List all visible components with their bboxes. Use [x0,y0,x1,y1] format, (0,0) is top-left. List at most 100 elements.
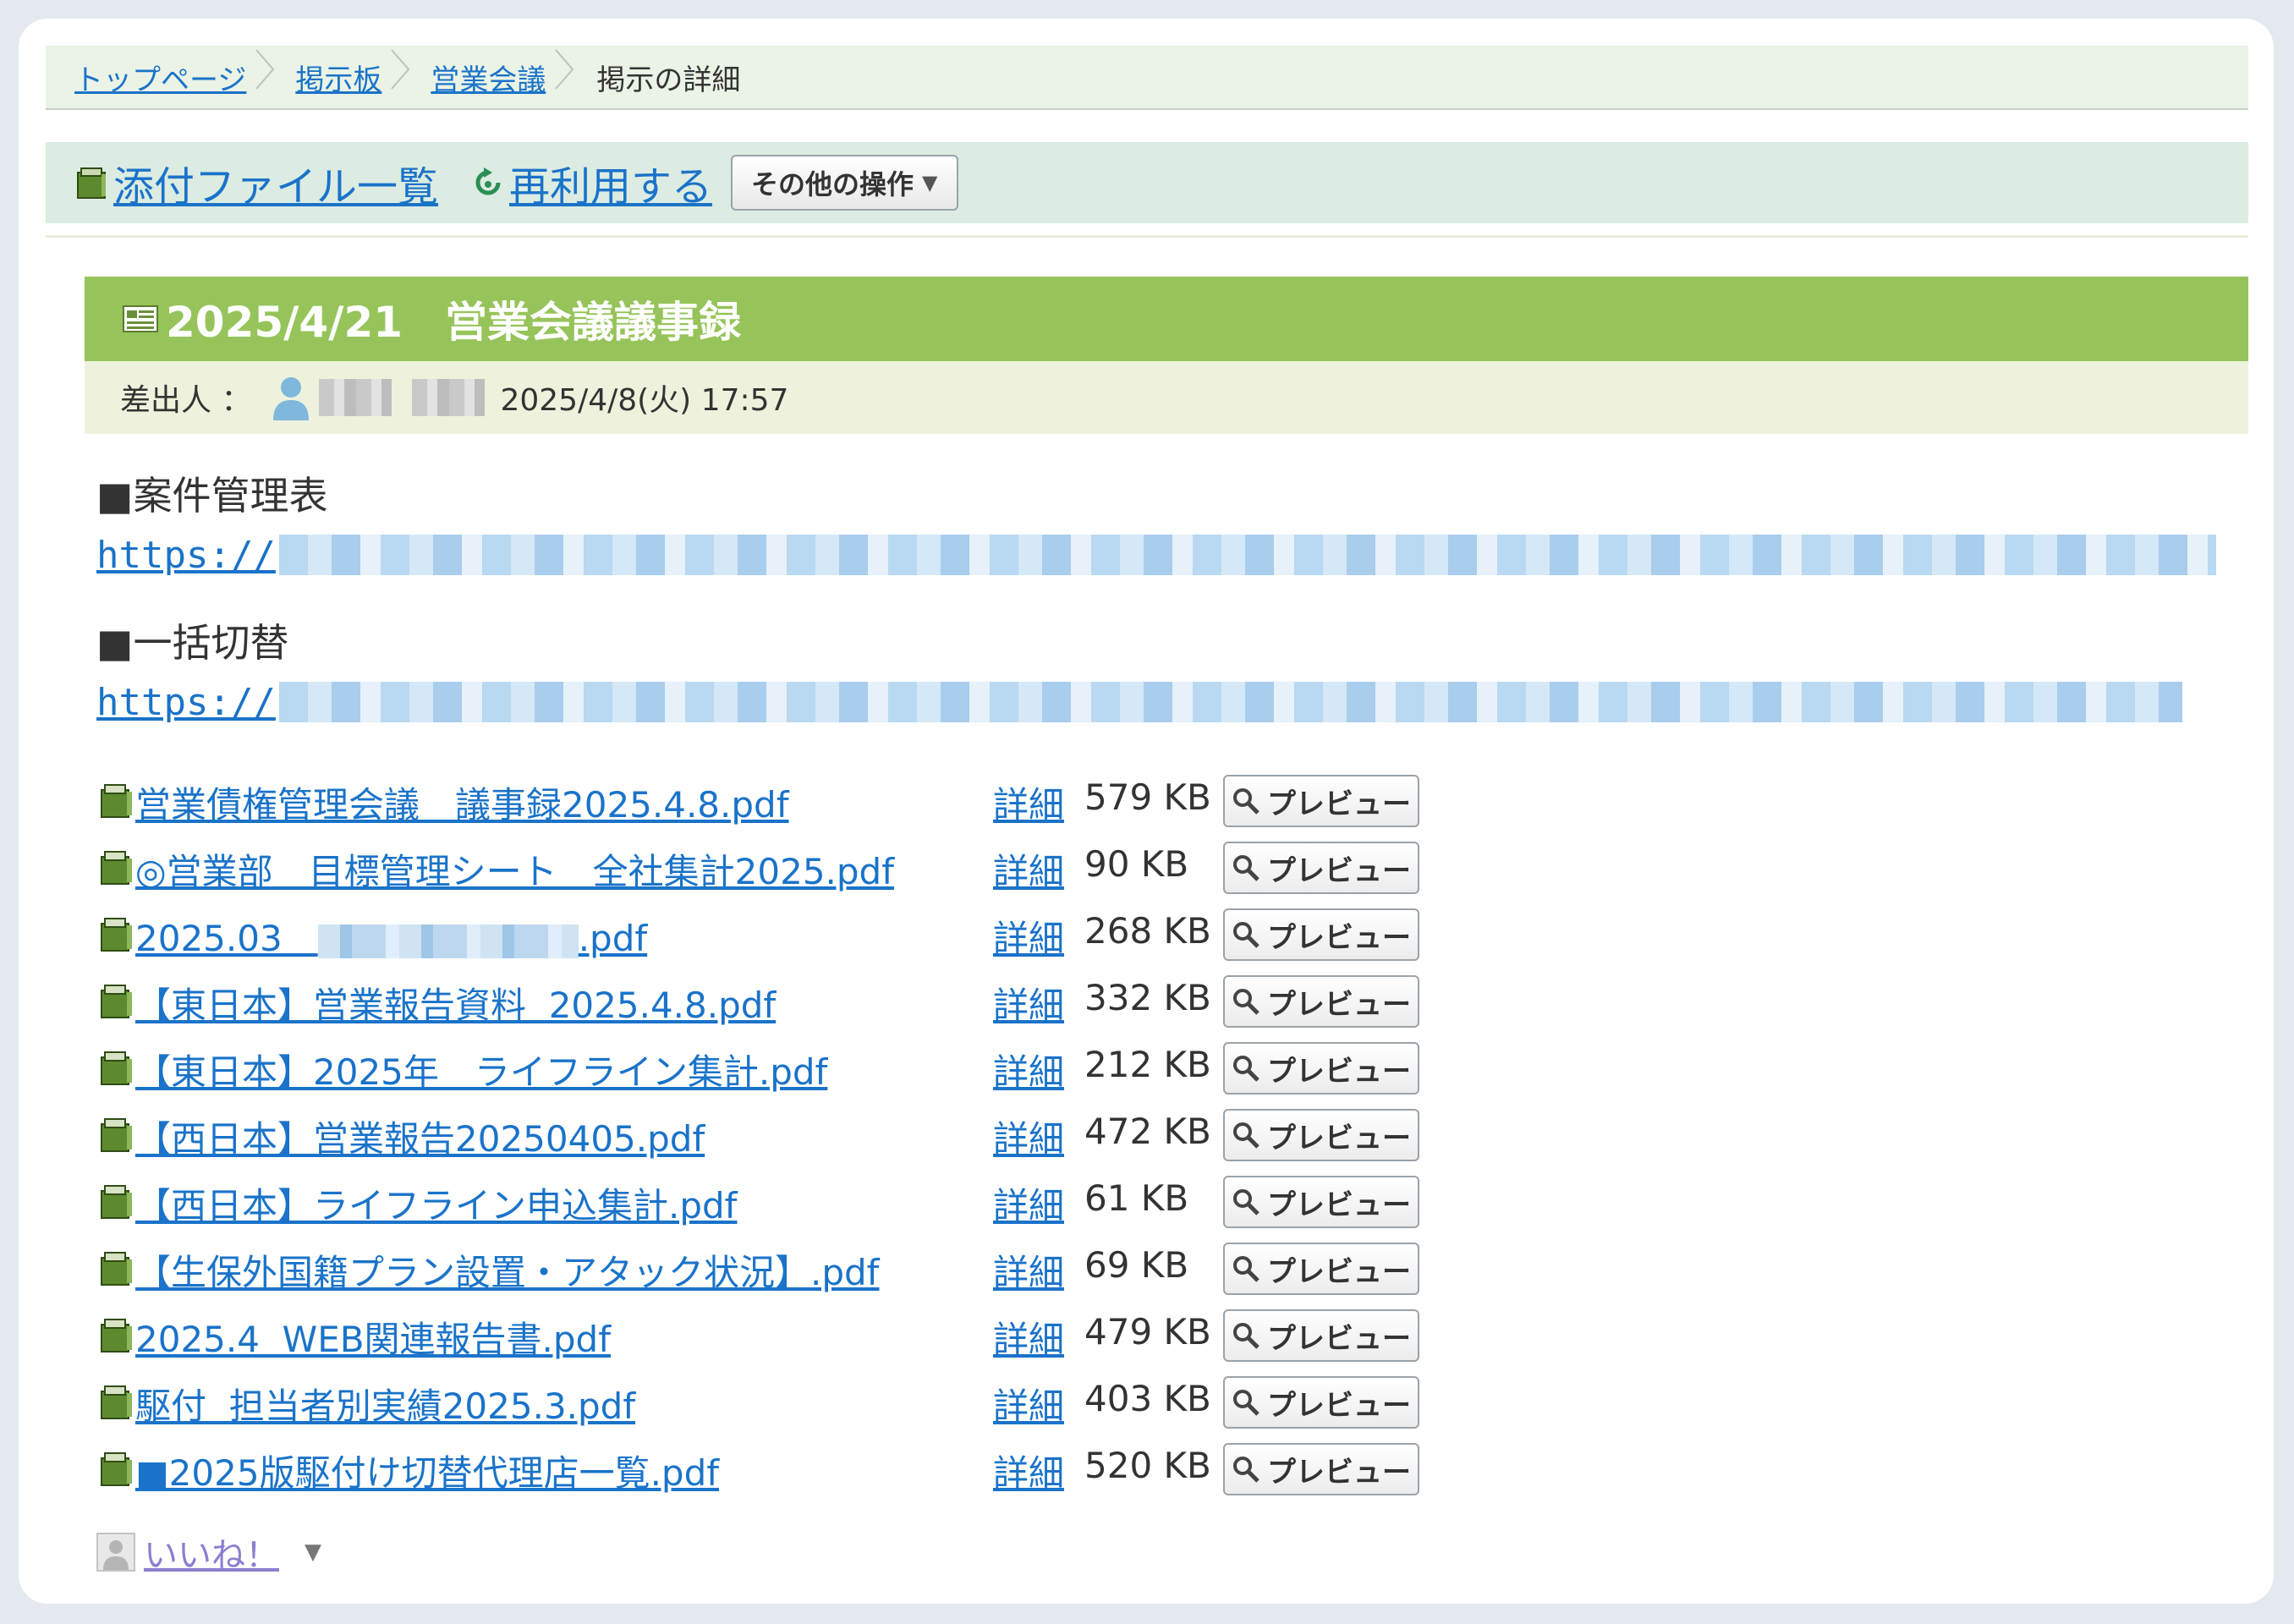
detail-link[interactable]: 詳細 [993,977,1064,1029]
preview-button[interactable]: プレビュー [1223,1243,1419,1295]
file-icon [101,784,132,818]
attachment-name-link[interactable]: ■2025版駆付け切替代理店一覧.pdf [135,1445,719,1496]
breadcrumb-link-sales-meeting[interactable]: 営業会議 [431,63,546,97]
breadcrumb-item-sales-meeting[interactable]: 営業会議 [402,48,574,98]
preview-button[interactable]: プレビュー [1223,908,1419,961]
attachment-name-link[interactable]: 【東日本】2025年 ライフライン集計.pdf [135,1044,827,1095]
reuse-link[interactable]: 再利用する [509,153,712,212]
preview-button[interactable]: プレビュー [1223,842,1419,894]
preview-button[interactable]: プレビュー [1223,1443,1419,1495]
attachment-name-prefix[interactable]: 2025.03 [135,918,318,959]
attachment-row: ■2025版駆付け切替代理店一覧.pdf 詳細 520 KB プレビュー [100,1438,1453,1505]
attachment-name-redacted[interactable] [317,924,579,958]
magnifier-icon [1233,788,1260,815]
like-link[interactable]: いいね！ [144,1528,279,1577]
section-url[interactable]: https:// [96,529,2216,580]
section-url[interactable]: https:// [96,677,2182,727]
preview-label: プレビュー [1267,920,1411,955]
file-icon [101,1051,132,1085]
file-size: 90 KB [1084,843,1189,885]
url-redacted[interactable] [278,682,2182,722]
magnifier-icon [1233,1256,1260,1282]
detail-link[interactable]: 詳細 [993,1445,1064,1496]
attachment-row: 【東日本】2025年 ライフライン集計.pdf 詳細 212 KB プレビュー [100,1037,1453,1104]
magnifier-icon [1233,1323,1260,1349]
attachment-name-link[interactable]: 2025.4 WEB関連報告書.pdf [135,1311,611,1363]
page-frame: トップページ 掲示板 営業会議 掲示の詳細 添付ファイル一覧 再利用する その他… [19,19,2274,1604]
attachment-name-link[interactable]: 2025.03 .pdf [135,910,647,962]
file-size: 268 KB [1084,910,1211,952]
dropdown-caret-icon: ▼ [922,171,938,195]
detail-link[interactable]: 詳細 [993,1044,1064,1095]
file-size: 69 KB [1084,1244,1189,1286]
detail-link[interactable]: 詳細 [993,1244,1064,1296]
attachment-name-link[interactable]: 【生保外国籍プラン設置・アタック状況】.pdf [135,1244,879,1296]
file-icon [101,1185,132,1219]
preview-button[interactable]: プレビュー [1223,1176,1419,1228]
attachment-name-link[interactable]: 【西日本】営業報告20250405.pdf [135,1111,705,1162]
attachment-name-link[interactable]: 営業債権管理会議 議事録2025.4.8.pdf [135,776,789,828]
preview-button[interactable]: プレビュー [1223,1309,1419,1362]
preview-label: プレビュー [1267,1254,1411,1289]
preview-label: プレビュー [1267,1388,1411,1423]
attachment-name-link[interactable]: 【西日本】ライフライン申込集計.pdf [135,1177,737,1229]
post-document-icon [123,305,158,332]
breadcrumb-link-board[interactable]: 掲示板 [295,63,381,97]
breadcrumb-current: 掲示の詳細 [596,63,741,97]
person-icon [96,1533,135,1572]
detail-link[interactable]: 詳細 [993,1378,1064,1429]
attachment-row: 【西日本】営業報告20250405.pdf 詳細 472 KB プレビュー [100,1104,1453,1171]
attachment-row: 駆付 担当者別実績2025.3.pdf 詳細 403 KB プレビュー [100,1371,1453,1438]
magnifier-icon [1233,1056,1260,1082]
magnifier-icon [1233,989,1260,1015]
preview-button[interactable]: プレビュー [1223,975,1419,1028]
breadcrumb-item-board[interactable]: 掲示板 [266,48,410,98]
user-icon[interactable] [272,375,310,420]
url-redacted[interactable] [278,535,2216,575]
file-icon [101,1319,132,1352]
detail-link[interactable]: 詳細 [993,843,1064,895]
like-control[interactable]: いいね！ ▼ [96,1528,321,1577]
attachment-icon [77,167,106,199]
detail-link[interactable]: 詳細 [993,910,1064,962]
divider [46,235,2248,238]
detail-link[interactable]: 詳細 [993,1111,1064,1162]
attachment-row: 【生保外国籍プラン設置・アタック状況】.pdf 詳細 69 KB プレビュー [100,1237,1453,1304]
attachment-name-suffix[interactable]: .pdf [579,918,647,959]
file-icon [101,851,132,885]
file-size: 520 KB [1084,1445,1211,1486]
detail-link[interactable]: 詳細 [993,1311,1064,1363]
file-size: 472 KB [1084,1111,1211,1152]
reuse-icon [475,167,501,195]
url-link[interactable]: https:// [96,681,276,724]
preview-button[interactable]: プレビュー [1223,1042,1419,1095]
like-dropdown-caret-icon[interactable]: ▼ [305,1539,321,1565]
other-operations-dropdown[interactable]: その他の操作 ▼ [731,155,958,211]
post-title-bar: 2025/4/21 営業会議議事録 [85,277,2248,361]
attachment-row: ◎営業部 目標管理シート 全社集計2025.pdf 詳細 90 KB プレビュー [100,837,1453,903]
breadcrumb-link-top[interactable]: トップページ [74,63,246,97]
sender-bar: 差出人 ： 2025/4/8(火) 17:57 [85,361,2248,434]
attachment-name-link[interactable]: 【東日本】営業報告資料 2025.4.8.pdf [135,977,776,1029]
url-link[interactable]: https:// [96,534,276,577]
section-heading: ■一括切替 [96,620,289,666]
attachment-name-link[interactable]: ◎営業部 目標管理シート 全社集計2025.pdf [135,843,894,895]
preview-button[interactable]: プレビュー [1223,1109,1419,1161]
preview-label: プレビュー [1267,787,1411,821]
preview-button[interactable]: プレビュー [1223,1376,1419,1429]
breadcrumb-item-top[interactable]: トップページ [46,48,275,98]
file-size: 332 KB [1084,977,1211,1018]
attachment-row: 【東日本】営業報告資料 2025.4.8.pdf 詳細 332 KB プレビュー [100,970,1453,1037]
detail-link[interactable]: 詳細 [993,1177,1064,1229]
attachments-list-action[interactable]: 添付ファイル一覧 [76,153,438,212]
preview-label: プレビュー [1267,1054,1411,1089]
preview-button[interactable]: プレビュー [1223,775,1419,827]
attachments-list-link[interactable]: 添付ファイル一覧 [113,153,438,212]
preview-label: プレビュー [1267,1188,1411,1222]
attachment-name-link[interactable]: 駆付 担当者別実績2025.3.pdf [135,1378,635,1429]
magnifier-icon [1233,1390,1260,1416]
detail-link[interactable]: 詳細 [993,776,1064,828]
reuse-action[interactable]: 再利用する [472,153,712,212]
attachment-row: 営業債権管理会議 議事録2025.4.8.pdf 詳細 579 KB プレビュー [100,770,1453,837]
magnifier-icon [1233,1457,1260,1483]
